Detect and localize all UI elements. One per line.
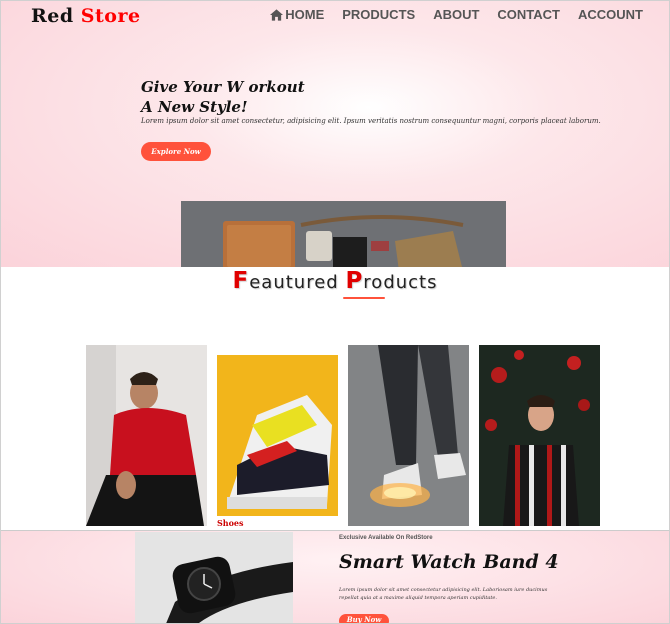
product-name[interactable]: Shoes xyxy=(217,518,244,528)
hero-title-line1: Give Your W orkout xyxy=(141,78,305,96)
hero-title: Give Your W orkout A New Style! xyxy=(141,77,305,117)
explore-now-button[interactable]: Explore Now xyxy=(141,142,211,161)
main-nav: HOME PRODUCTS ABOUT CONTACT ACCOUNT xyxy=(270,7,643,22)
nav-item-about[interactable]: ABOUT xyxy=(433,7,479,22)
product-card-jeans-sneakers[interactable] xyxy=(348,345,469,526)
offer-section: Exclusive Available On RedStore Smart Wa… xyxy=(1,530,669,623)
nav-item-label: PRODUCTS xyxy=(342,7,416,22)
smart-watch-image xyxy=(135,532,293,623)
nav-item-label: HOME xyxy=(285,7,325,22)
page-frame: Red Store HOME PRODUCTS ABOUT CONTACT AC… xyxy=(0,0,670,624)
hero-image xyxy=(181,201,506,267)
product-card-striped-shirt[interactable] xyxy=(479,345,600,526)
featured-title-cap2: P xyxy=(345,268,364,294)
nav-item-label: ABOUT xyxy=(433,7,480,22)
nav-item-contact[interactable]: CONTACT xyxy=(497,7,560,22)
offer-description: Lorem ipsum dolor sit amet consectetur a… xyxy=(339,587,548,601)
nav-item-account[interactable]: ACCOUNT xyxy=(578,7,643,22)
product-card-red-shirt[interactable] xyxy=(86,345,207,526)
product-card-shoes[interactable] xyxy=(217,355,338,516)
hero-section: Red Store HOME PRODUCTS ABOUT CONTACT AC… xyxy=(1,1,669,267)
brand-logo[interactable]: Red Store xyxy=(31,5,141,27)
featured-title-rest2: roducts xyxy=(363,272,438,293)
featured-title-cap1: F xyxy=(232,268,250,294)
offer-title: Smart Watch Band 4 xyxy=(339,551,559,573)
nav-item-products[interactable]: PRODUCTS xyxy=(342,7,415,22)
home-icon xyxy=(270,8,284,21)
hero-title-line2: A New Style! xyxy=(141,98,248,116)
nav-item-label: ACCOUNT xyxy=(578,7,643,22)
brand-logo-part2: Store xyxy=(80,5,141,27)
nav-item-label: CONTACT xyxy=(497,7,560,22)
brand-logo-part1: Red xyxy=(31,5,74,27)
featured-title: Feautured Products xyxy=(1,268,669,294)
nav-item-home[interactable]: HOME xyxy=(270,7,324,22)
offer-tag: Exclusive Available On RedStore xyxy=(339,535,433,541)
hero-description: Lorem ipsum dolor sit amet consectetur, … xyxy=(141,117,601,125)
buy-now-button[interactable]: Buy Now xyxy=(339,614,389,623)
title-underline xyxy=(343,297,385,299)
featured-title-rest1: eautured xyxy=(249,272,346,293)
